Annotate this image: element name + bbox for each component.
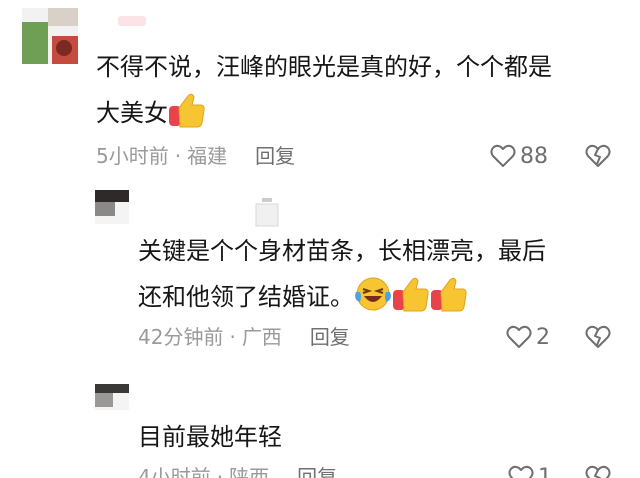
comment-text-line: 不得不说，汪峰的眼光是真的好，个个都是 [96,53,552,81]
comment-time: 5小时前 [96,144,169,168]
avatar[interactable] [22,8,78,64]
broken-heart-icon[interactable] [585,464,611,478]
comment-list: 不得不说，汪峰的眼光是真的好，个个都是 大美女 5小时前·福建回复 88 [0,0,640,478]
comment-text-line: 关键是个个身材苗条，长相漂亮，最后 [138,237,546,265]
reply-button[interactable]: 回复 [310,325,350,349]
comment-text-tail: 还和他领了结婚证。 [138,283,354,311]
like-button[interactable]: 1 [508,464,552,478]
heart-outline-icon [506,325,532,348]
comment-text-tail: 大美女 [96,99,168,127]
avatar[interactable] [95,190,129,224]
comment-text-line: 目前最她年轻 [138,423,282,451]
comment-time: 4小时前 [138,465,211,478]
comment-location: 广西 [241,325,282,349]
laughing-crying-emoji [354,276,392,323]
comment-meta: 42分钟前 · 广西 回复 [138,324,350,350]
comment-text-line: 大美女 [96,92,206,139]
reply-button[interactable]: 回复 [297,465,337,478]
avatar[interactable] [95,384,129,410]
comment-meta: 4小时前 · 陕西 回复 [138,464,337,478]
thumbs-up-emoji [168,92,206,139]
thumbs-up-emoji [392,276,430,323]
like-count: 1 [538,464,552,478]
comment-time: 42分钟前 [138,325,224,349]
meta-separator: · [216,465,224,478]
like-button[interactable]: 2 [506,324,550,350]
username-obscured [118,16,146,26]
meta-separator: · [174,144,182,168]
comment-text-line: 还和他领了结婚证。 [138,276,468,323]
like-button[interactable]: 88 [490,143,548,169]
like-count: 2 [536,324,550,350]
reply-button[interactable]: 回复 [255,144,295,168]
comment-location: 陕西 [229,465,270,478]
heart-outline-icon [490,144,516,167]
heart-outline-icon [508,465,534,478]
comment-location: 福建 [187,144,228,168]
username-obscured [255,198,279,227]
like-count: 88 [520,143,548,169]
thumbs-up-emoji [430,276,468,323]
meta-separator: · [229,325,236,349]
broken-heart-icon[interactable] [585,143,611,169]
comment-meta: 5小时前 · 福建 回复 [96,143,295,169]
broken-heart-icon[interactable] [585,324,611,350]
